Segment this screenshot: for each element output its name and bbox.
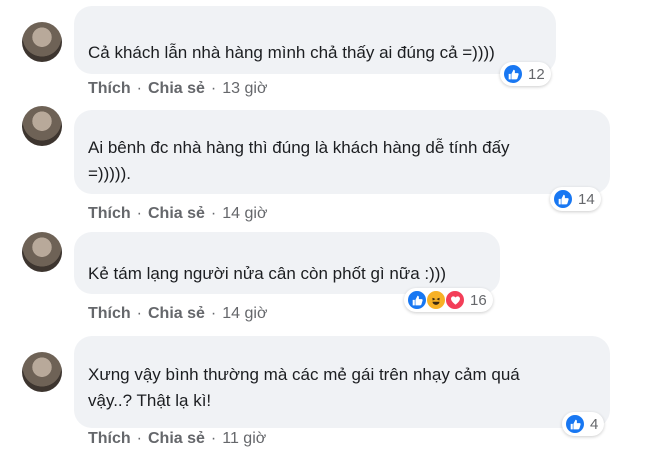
comment-bubble: Xưng vậy bình thường mà các mẻ gái trên … <box>74 336 610 428</box>
comment-bubble: Ai bênh đc nhà hàng thì đúng là khách hà… <box>74 110 610 194</box>
like-reaction-icon <box>503 64 523 84</box>
avatar[interactable] <box>22 232 62 272</box>
reaction-count: 14 <box>578 190 595 208</box>
like-button[interactable]: Thích <box>88 80 131 98</box>
avatar[interactable] <box>22 106 62 146</box>
love-reaction-icon <box>445 290 465 310</box>
comment-actions: Thích · Chia sẻ · 11 giờ <box>88 430 266 448</box>
comment-text-line: Kẻ tám lạng người nửa cân còn phốt gì nữ… <box>88 264 447 283</box>
like-reaction-icon <box>565 414 585 434</box>
share-button[interactable]: Chia sẻ <box>148 430 205 448</box>
reaction-summary[interactable]: 4 <box>562 412 605 436</box>
separator: · <box>136 80 142 97</box>
comment-actions: Thích · Chia sẻ · 14 giờ <box>88 305 267 323</box>
haha-reaction-icon <box>426 290 446 310</box>
share-button[interactable]: Chia sẻ <box>148 305 205 323</box>
share-button[interactable]: Chia sẻ <box>148 205 205 223</box>
reaction-summary[interactable]: 16 <box>404 288 493 312</box>
separator: · <box>210 80 217 97</box>
separator: · <box>210 305 217 322</box>
like-button[interactable]: Thích <box>88 430 131 448</box>
comment-text-line: =))))). <box>88 164 131 183</box>
comment-text-line: Xưng vậy bình thường mà các mẻ gái trên … <box>88 365 520 384</box>
comment-text-line: vậy..? Thật lạ kì! <box>88 391 212 410</box>
comment-timestamp[interactable]: 14 giờ <box>222 305 267 323</box>
comment-text-line: Cả khách lẫn nhà hàng mình chả thấy ai đ… <box>88 43 495 62</box>
like-reaction-icon <box>407 290 427 310</box>
reaction-count: 16 <box>470 291 487 309</box>
separator: · <box>136 305 142 322</box>
avatar[interactable] <box>22 22 62 62</box>
like-button[interactable]: Thích <box>88 305 131 323</box>
separator: · <box>210 430 217 447</box>
reaction-count: 12 <box>528 65 545 83</box>
avatar[interactable] <box>22 352 62 392</box>
comment-actions: Thích · Chia sẻ · 13 giờ <box>88 80 267 98</box>
reaction-count: 4 <box>590 415 599 433</box>
separator: · <box>136 430 142 447</box>
comment-timestamp[interactable]: 14 giờ <box>222 205 267 223</box>
comment-timestamp[interactable]: 13 giờ <box>222 80 267 98</box>
comment-bubble: Cả khách lẫn nhà hàng mình chả thấy ai đ… <box>74 6 556 74</box>
reaction-summary[interactable]: 14 <box>550 187 601 211</box>
share-button[interactable]: Chia sẻ <box>148 80 205 98</box>
separator: · <box>210 205 217 222</box>
reaction-summary[interactable]: 12 <box>500 62 551 86</box>
comment-actions: Thích · Chia sẻ · 14 giờ <box>88 205 267 223</box>
separator: · <box>136 205 142 222</box>
comment-bubble: Kẻ tám lạng người nửa cân còn phốt gì nữ… <box>74 232 500 294</box>
comment-timestamp[interactable]: 11 giờ <box>222 430 266 448</box>
comment-text-line: Ai bênh đc nhà hàng thì đúng là khách hà… <box>88 138 510 157</box>
like-button[interactable]: Thích <box>88 205 131 223</box>
like-reaction-icon <box>553 189 573 209</box>
